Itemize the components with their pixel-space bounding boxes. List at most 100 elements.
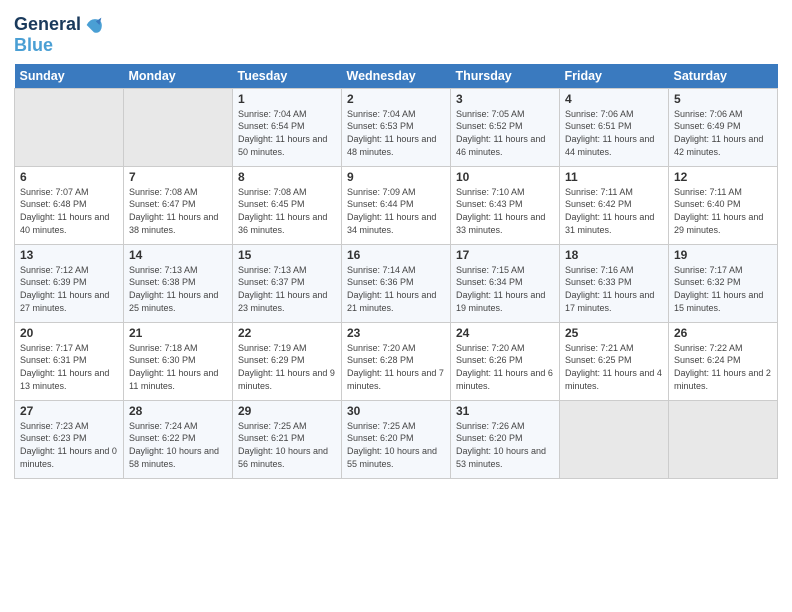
day-number: 20 xyxy=(20,326,118,340)
day-number: 3 xyxy=(456,92,554,106)
calendar-cell: 15 Sunrise: 7:13 AMSunset: 6:37 PMDayligh… xyxy=(233,244,342,322)
day-number: 4 xyxy=(565,92,663,106)
calendar-cell: 8 Sunrise: 7:08 AMSunset: 6:45 PMDaylight… xyxy=(233,166,342,244)
day-number: 14 xyxy=(129,248,227,262)
calendar-cell: 1 Sunrise: 7:04 AMSunset: 6:54 PMDaylight… xyxy=(233,88,342,166)
week-row-2: 6 Sunrise: 7:07 AMSunset: 6:48 PMDaylight… xyxy=(15,166,778,244)
day-number: 24 xyxy=(456,326,554,340)
logo: General Blue xyxy=(14,14,105,56)
day-number: 28 xyxy=(129,404,227,418)
cell-info: Sunrise: 7:09 AMSunset: 6:44 PMDaylight:… xyxy=(347,186,445,236)
cell-info: Sunrise: 7:20 AMSunset: 6:28 PMDaylight:… xyxy=(347,342,445,392)
logo-icon xyxy=(83,14,105,36)
week-row-5: 27Sunrise: 7:23 AMSunset: 6:23 PMDayligh… xyxy=(15,400,778,478)
calendar-cell: 16 Sunrise: 7:14 AMSunset: 6:36 PMDayligh… xyxy=(342,244,451,322)
header-day-wednesday: Wednesday xyxy=(342,64,451,89)
calendar-cell: 19Sunrise: 7:17 AMSunset: 6:32 PMDayligh… xyxy=(669,244,778,322)
day-number: 30 xyxy=(347,404,445,418)
cell-info: Sunrise: 7:11 AMSunset: 6:40 PMDaylight:… xyxy=(674,186,772,236)
day-number: 15 xyxy=(238,248,336,262)
calendar-table: SundayMondayTuesdayWednesdayThursdayFrid… xyxy=(14,64,778,479)
cell-info: Sunrise: 7:25 AMSunset: 6:21 PMDaylight:… xyxy=(238,420,336,470)
header: General Blue xyxy=(14,10,778,56)
header-day-monday: Monday xyxy=(124,64,233,89)
cell-info: Sunrise: 7:08 AMSunset: 6:47 PMDaylight:… xyxy=(129,186,227,236)
week-row-4: 20 Sunrise: 7:17 AMSunset: 6:31 PMDayligh… xyxy=(15,322,778,400)
cell-info: Sunrise: 7:08 AMSunset: 6:45 PMDaylight:… xyxy=(238,186,336,236)
header-row: SundayMondayTuesdayWednesdayThursdayFrid… xyxy=(15,64,778,89)
header-day-thursday: Thursday xyxy=(451,64,560,89)
cell-info: Sunrise: 7:13 AMSunset: 6:37 PMDaylight:… xyxy=(238,264,336,314)
logo-blue: Blue xyxy=(14,36,105,56)
day-number: 5 xyxy=(674,92,772,106)
day-number: 10 xyxy=(456,170,554,184)
cell-info: Sunrise: 7:14 AMSunset: 6:36 PMDaylight:… xyxy=(347,264,445,314)
calendar-cell: 13 Sunrise: 7:12 AMSunset: 6:39 PMDayligh… xyxy=(15,244,124,322)
cell-info: Sunrise: 7:12 AMSunset: 6:39 PMDaylight:… xyxy=(20,264,118,314)
cell-info: Sunrise: 7:17 AMSunset: 6:31 PMDaylight:… xyxy=(20,342,118,392)
calendar-cell: 24 Sunrise: 7:20 AMSunset: 6:26 PMDayligh… xyxy=(451,322,560,400)
day-number: 11 xyxy=(565,170,663,184)
day-number: 1 xyxy=(238,92,336,106)
day-number: 12 xyxy=(674,170,772,184)
day-number: 26 xyxy=(674,326,772,340)
cell-info: Sunrise: 7:20 AMSunset: 6:26 PMDaylight:… xyxy=(456,342,554,392)
calendar-cell: 26 Sunrise: 7:22 AMSunset: 6:24 PMDayligh… xyxy=(669,322,778,400)
cell-info: Sunrise: 7:16 AMSunset: 6:33 PMDaylight:… xyxy=(565,264,663,314)
day-number: 21 xyxy=(129,326,227,340)
cell-info: Sunrise: 7:22 AMSunset: 6:24 PMDaylight:… xyxy=(674,342,772,392)
calendar-cell: 9Sunrise: 7:09 AMSunset: 6:44 PMDaylight… xyxy=(342,166,451,244)
calendar-cell xyxy=(669,400,778,478)
cell-info: Sunrise: 7:06 AMSunset: 6:51 PMDaylight:… xyxy=(565,108,663,158)
calendar-cell: 22 Sunrise: 7:19 AMSunset: 6:29 PMDayligh… xyxy=(233,322,342,400)
cell-info: Sunrise: 7:11 AMSunset: 6:42 PMDaylight:… xyxy=(565,186,663,236)
cell-info: Sunrise: 7:05 AMSunset: 6:52 PMDaylight:… xyxy=(456,108,554,158)
cell-info: Sunrise: 7:07 AMSunset: 6:48 PMDaylight:… xyxy=(20,186,118,236)
day-number: 8 xyxy=(238,170,336,184)
header-day-saturday: Saturday xyxy=(669,64,778,89)
calendar-cell: 18 Sunrise: 7:16 AMSunset: 6:33 PMDayligh… xyxy=(560,244,669,322)
week-row-3: 13 Sunrise: 7:12 AMSunset: 6:39 PMDayligh… xyxy=(15,244,778,322)
calendar-cell: 30 Sunrise: 7:25 AMSunset: 6:20 PMDayligh… xyxy=(342,400,451,478)
calendar-cell xyxy=(124,88,233,166)
calendar-cell: 12 Sunrise: 7:11 AMSunset: 6:40 PMDayligh… xyxy=(669,166,778,244)
day-number: 18 xyxy=(565,248,663,262)
cell-info: Sunrise: 7:25 AMSunset: 6:20 PMDaylight:… xyxy=(347,420,445,470)
day-number: 31 xyxy=(456,404,554,418)
cell-info: Sunrise: 7:13 AMSunset: 6:38 PMDaylight:… xyxy=(129,264,227,314)
calendar-cell: 4 Sunrise: 7:06 AMSunset: 6:51 PMDaylight… xyxy=(560,88,669,166)
cell-info: Sunrise: 7:21 AMSunset: 6:25 PMDaylight:… xyxy=(565,342,663,392)
header-day-friday: Friday xyxy=(560,64,669,89)
cell-info: Sunrise: 7:19 AMSunset: 6:29 PMDaylight:… xyxy=(238,342,336,392)
day-number: 6 xyxy=(20,170,118,184)
cell-info: Sunrise: 7:04 AMSunset: 6:54 PMDaylight:… xyxy=(238,108,336,158)
calendar-cell: 27Sunrise: 7:23 AMSunset: 6:23 PMDayligh… xyxy=(15,400,124,478)
calendar-cell: 14 Sunrise: 7:13 AMSunset: 6:38 PMDayligh… xyxy=(124,244,233,322)
cell-info: Sunrise: 7:06 AMSunset: 6:49 PMDaylight:… xyxy=(674,108,772,158)
calendar-cell xyxy=(560,400,669,478)
logo-text: General xyxy=(14,15,81,35)
calendar-cell: 11 Sunrise: 7:11 AMSunset: 6:42 PMDayligh… xyxy=(560,166,669,244)
day-number: 7 xyxy=(129,170,227,184)
calendar-cell: 31Sunrise: 7:26 AMSunset: 6:20 PMDayligh… xyxy=(451,400,560,478)
calendar-container: General Blue SundayMondayTuesdayWednesda… xyxy=(0,0,792,612)
header-day-sunday: Sunday xyxy=(15,64,124,89)
day-number: 25 xyxy=(565,326,663,340)
calendar-cell: 21Sunrise: 7:18 AMSunset: 6:30 PMDayligh… xyxy=(124,322,233,400)
cell-info: Sunrise: 7:10 AMSunset: 6:43 PMDaylight:… xyxy=(456,186,554,236)
calendar-cell: 10 Sunrise: 7:10 AMSunset: 6:43 PMDayligh… xyxy=(451,166,560,244)
calendar-cell: 20 Sunrise: 7:17 AMSunset: 6:31 PMDayligh… xyxy=(15,322,124,400)
calendar-cell: 6 Sunrise: 7:07 AMSunset: 6:48 PMDaylight… xyxy=(15,166,124,244)
day-number: 22 xyxy=(238,326,336,340)
calendar-cell: 29 Sunrise: 7:25 AMSunset: 6:21 PMDayligh… xyxy=(233,400,342,478)
cell-info: Sunrise: 7:04 AMSunset: 6:53 PMDaylight:… xyxy=(347,108,445,158)
calendar-cell: 25 Sunrise: 7:21 AMSunset: 6:25 PMDayligh… xyxy=(560,322,669,400)
day-number: 13 xyxy=(20,248,118,262)
calendar-cell: 17Sunrise: 7:15 AMSunset: 6:34 PMDayligh… xyxy=(451,244,560,322)
calendar-cell xyxy=(15,88,124,166)
day-number: 29 xyxy=(238,404,336,418)
calendar-cell: 5 Sunrise: 7:06 AMSunset: 6:49 PMDaylight… xyxy=(669,88,778,166)
day-number: 16 xyxy=(347,248,445,262)
day-number: 23 xyxy=(347,326,445,340)
cell-info: Sunrise: 7:15 AMSunset: 6:34 PMDaylight:… xyxy=(456,264,554,314)
